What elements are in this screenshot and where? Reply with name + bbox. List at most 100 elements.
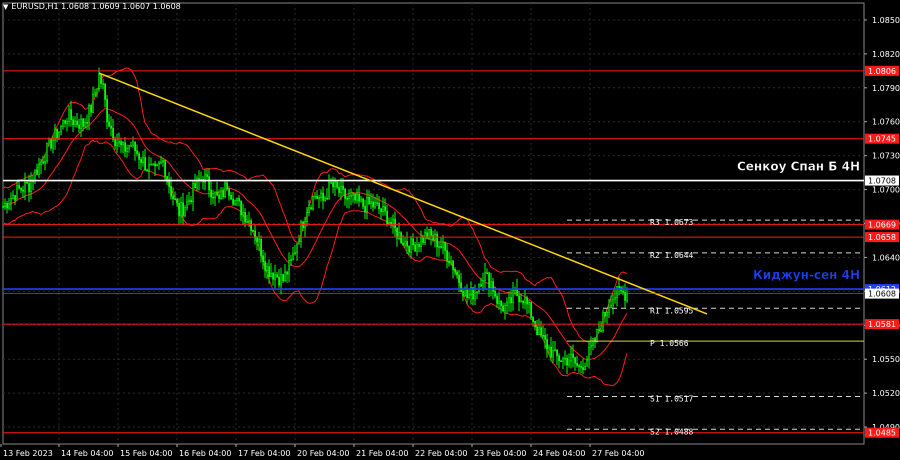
candle-body	[392, 218, 395, 225]
candle-body	[108, 121, 111, 127]
candle-body	[324, 197, 327, 201]
candle-body	[270, 272, 273, 277]
candle-body	[228, 188, 231, 196]
candle-body	[574, 357, 577, 364]
candle-body	[8, 203, 11, 209]
candle-body	[538, 327, 541, 335]
candle-body	[276, 274, 279, 278]
candle-body	[488, 272, 491, 289]
candle-body	[314, 195, 317, 198]
candle-body	[568, 360, 571, 366]
candle-body	[510, 297, 513, 304]
candle-body	[608, 306, 611, 313]
candle-body	[352, 193, 355, 196]
candle-body	[370, 201, 373, 204]
candle-body	[602, 312, 605, 331]
candle-body	[358, 193, 361, 202]
candle-body	[550, 346, 553, 358]
candle-body	[354, 193, 357, 201]
candle-body	[174, 198, 177, 200]
candle-body	[334, 181, 337, 188]
candle-body	[56, 128, 59, 139]
candle-body	[432, 235, 435, 241]
candle-body	[552, 350, 555, 358]
pivot-label: S2 1.0488	[650, 427, 694, 436]
candle-body	[338, 187, 341, 193]
candle-body	[496, 295, 499, 304]
candle-body	[436, 233, 439, 247]
candle-body	[342, 185, 345, 190]
candle-body	[394, 218, 397, 229]
candle-body	[78, 124, 81, 129]
candle-body	[390, 221, 393, 225]
candle-body	[236, 198, 239, 201]
level-price-tag-text: 1.0806	[868, 67, 896, 76]
candle-body	[142, 157, 145, 163]
candle-body	[92, 93, 95, 113]
candle-body	[596, 329, 599, 343]
candle-body	[286, 271, 289, 275]
candle-body	[138, 153, 141, 160]
candle-body	[492, 281, 495, 292]
y-tick-label: 1.0700	[872, 186, 900, 195]
candle-body	[4, 203, 7, 207]
candle-body	[262, 255, 265, 262]
candle-body	[84, 122, 87, 127]
candle-body	[126, 147, 129, 152]
candle-body	[178, 203, 181, 217]
x-tick-label: 23 Feb 04:00	[474, 449, 526, 458]
candle-body	[360, 198, 363, 202]
candle-body	[26, 182, 29, 184]
candle-body	[248, 220, 251, 223]
candle-body	[30, 180, 33, 193]
candle-body	[454, 269, 457, 273]
candle-body	[238, 198, 241, 202]
candle-body	[10, 198, 13, 205]
candle-body	[176, 198, 179, 204]
candle-body	[242, 211, 245, 216]
candle-body	[18, 185, 21, 189]
candle-body	[296, 243, 299, 253]
candle-body	[408, 245, 411, 253]
level-name-label: Киджун-сен 4Н	[753, 268, 860, 282]
candle-body	[206, 174, 209, 177]
candle-body	[44, 160, 47, 164]
x-tick-label: 15 Feb 04:00	[120, 449, 172, 458]
candle-body	[498, 300, 501, 304]
symbol-line: EURUSD,H1 1.0608 1.0609 1.0607 1.0608	[11, 2, 181, 11]
candle-body	[420, 237, 423, 247]
candle-body	[116, 142, 119, 147]
candle-body	[416, 244, 419, 252]
candle-body	[94, 92, 97, 95]
candle-body	[308, 207, 311, 213]
candle-body	[410, 238, 413, 253]
candle-body	[256, 237, 259, 243]
candle-body	[208, 176, 211, 191]
candle-body	[22, 189, 25, 192]
candle-body	[606, 311, 609, 317]
pivot-label: R3 1.0673	[650, 218, 694, 227]
candle-body	[346, 197, 349, 200]
candle-body	[222, 190, 225, 197]
candle-body	[166, 176, 169, 180]
candle-body	[532, 317, 535, 322]
candle-body	[350, 194, 353, 197]
candle-body	[508, 297, 511, 303]
x-tick-label: 22 Feb 04:00	[415, 449, 467, 458]
candle-body	[162, 160, 165, 163]
candle-body	[578, 365, 581, 367]
candle-body	[504, 305, 507, 312]
candle-body	[72, 119, 75, 125]
candle-body	[136, 150, 139, 155]
candle-body	[130, 145, 133, 147]
candle-body	[412, 238, 415, 246]
chart-menu-triangle-icon[interactable]: ▼	[3, 3, 8, 11]
candle-body	[566, 357, 569, 366]
candle-body	[604, 312, 607, 317]
candle-body	[224, 182, 227, 197]
candle-body	[68, 109, 71, 122]
candle-body	[384, 206, 387, 212]
candle-body	[476, 291, 479, 294]
candle-body	[376, 202, 379, 204]
y-tick-label: 1.0820	[872, 50, 900, 59]
